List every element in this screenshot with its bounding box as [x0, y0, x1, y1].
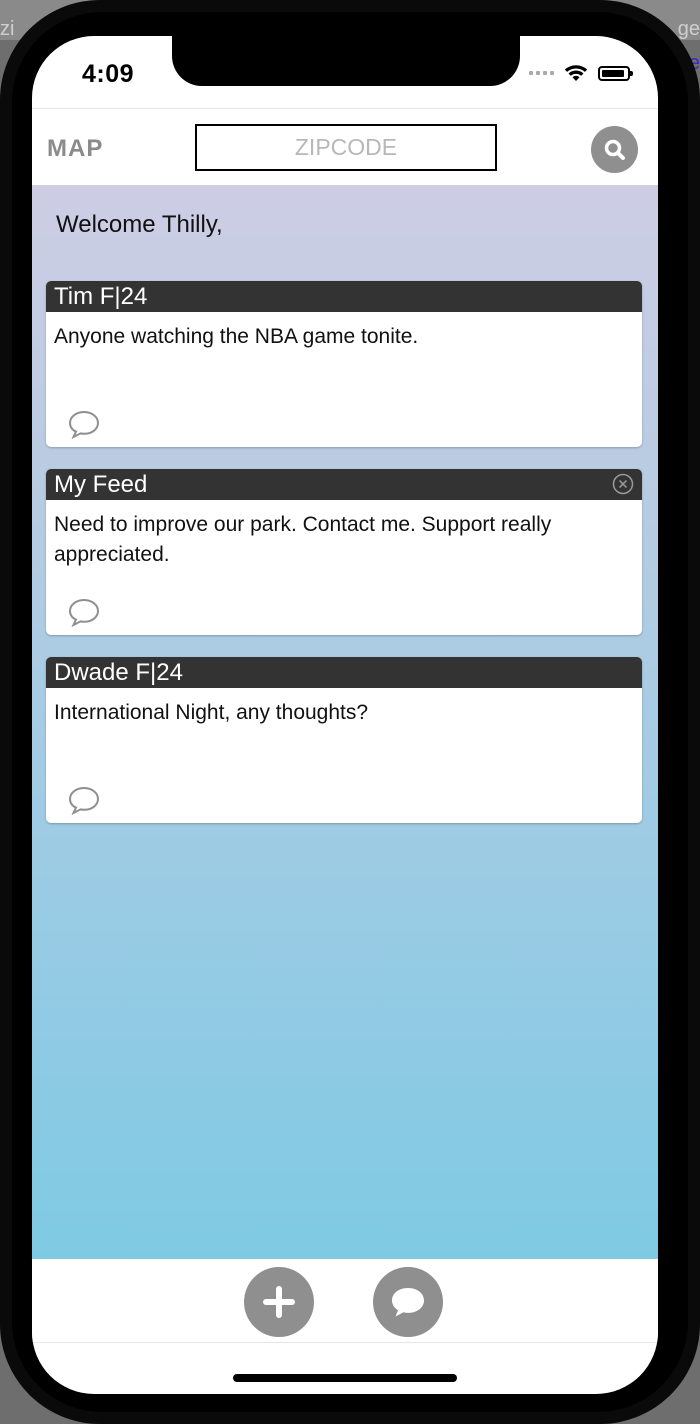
comment-icon[interactable] — [68, 597, 100, 627]
comment-icon[interactable] — [68, 785, 100, 815]
comment-icon[interactable] — [68, 409, 100, 439]
plus-icon — [263, 1286, 295, 1318]
home-indicator[interactable] — [233, 1374, 457, 1382]
notch — [172, 36, 520, 86]
add-post-button[interactable] — [244, 1267, 314, 1337]
post-card[interactable]: Dwade F|24 International Night, any thou… — [46, 657, 642, 823]
post-text: Anyone watching the NBA game tonite. — [54, 325, 419, 348]
post-card[interactable]: My Feed Need to improve our park. Contac… — [46, 469, 642, 635]
post-author: Dwade F|24 — [46, 657, 642, 688]
post-text: International Night, any thoughts? — [54, 701, 369, 724]
cellular-signal-icon — [529, 71, 554, 75]
phone-frame: 4:09 MAP ZIPCODE Welcome Thilly, Tim F|2… — [0, 0, 700, 1424]
bottom-toolbar — [32, 1259, 658, 1343]
close-circle-icon[interactable] — [612, 473, 634, 495]
post-text: Need to improve our park. Contact me. Su… — [54, 513, 552, 566]
wifi-icon — [564, 65, 588, 81]
map-link[interactable]: MAP — [47, 135, 103, 163]
welcome-message: Welcome Thilly, — [56, 211, 223, 238]
battery-icon — [598, 65, 633, 81]
chat-button[interactable] — [373, 1267, 443, 1337]
zipcode-input[interactable] — [195, 124, 497, 171]
feed-area: Welcome Thilly, Tim F|24 Anyone watching… — [32, 185, 658, 1259]
background-text-right: ge — [677, 18, 700, 40]
post-card[interactable]: Tim F|24 Anyone watching the NBA game to… — [46, 281, 642, 447]
search-button[interactable] — [591, 126, 638, 173]
phone-screen: 4:09 MAP ZIPCODE Welcome Thilly, Tim F|2… — [32, 36, 658, 1394]
top-nav-bar: MAP — [32, 108, 658, 185]
status-time: 4:09 — [82, 60, 135, 88]
post-header: My Feed — [46, 469, 642, 500]
post-author: Tim F|24 — [46, 281, 642, 312]
background-text-left: zi — [0, 18, 15, 40]
status-indicators — [529, 64, 633, 82]
post-author: My Feed — [54, 471, 148, 498]
search-icon — [604, 139, 625, 160]
chat-bubble-icon — [392, 1288, 424, 1317]
